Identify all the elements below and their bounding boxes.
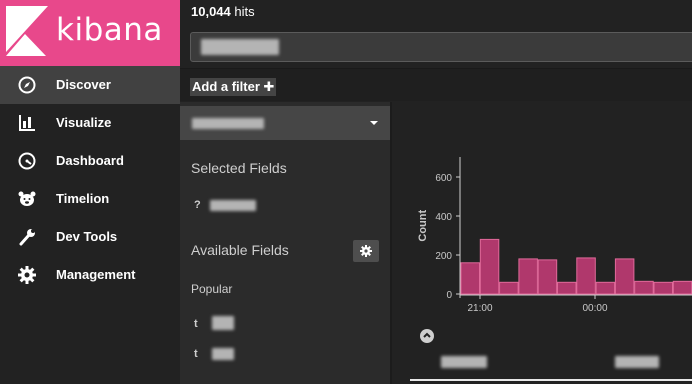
nav-label-visualize: Visualize xyxy=(56,115,112,130)
histogram-bar xyxy=(634,280,654,295)
hits-count: 10,044 hits xyxy=(191,4,255,19)
nav-label-discover: Discover xyxy=(56,77,111,92)
nav-item-discover[interactable]: Discover xyxy=(0,66,180,104)
redacted-column-header xyxy=(441,356,487,368)
x-tick-label: 21:00 xyxy=(467,303,492,314)
chevron-up-icon xyxy=(423,332,431,338)
histogram-bar xyxy=(653,281,673,295)
histogram-bar xyxy=(518,258,538,295)
field-settings-button[interactable] xyxy=(353,240,379,262)
histogram-bar xyxy=(672,280,692,295)
histogram-panel: 0 200 400 600 Count 21:00 00:00 xyxy=(392,102,692,384)
kibana-logo[interactable]: kibana xyxy=(0,0,180,66)
hits-number: 10,044 xyxy=(191,4,231,19)
redacted-index-pattern xyxy=(192,118,264,129)
timelion-bear-icon xyxy=(18,191,36,206)
y-tick-label: 200 xyxy=(435,251,452,262)
collapse-chart-button[interactable] xyxy=(420,329,434,343)
y-tick-label: 600 xyxy=(435,173,452,184)
nav-item-timelion[interactable]: Timelion xyxy=(0,180,180,218)
nav-label-dev-tools: Dev Tools xyxy=(56,229,118,244)
bar-chart-icon xyxy=(19,115,35,131)
dashboard-gauge-icon xyxy=(18,152,36,170)
nav-label-timelion: Timelion xyxy=(56,191,110,206)
redacted-query xyxy=(201,39,279,55)
histogram-bar xyxy=(557,281,577,295)
add-filter-button[interactable]: Add a filter ✚ xyxy=(190,78,277,96)
field-type-string: t xyxy=(194,318,198,330)
histogram-bar xyxy=(576,257,596,295)
redacted-field-name xyxy=(212,316,234,330)
histogram-chart[interactable]: 0 200 400 600 Count 21:00 00:00 xyxy=(392,102,692,332)
field-type-string: t xyxy=(194,348,198,360)
histogram-bar xyxy=(499,281,519,295)
table-header-underline xyxy=(410,379,692,381)
redacted-field-name xyxy=(210,200,256,211)
index-pattern-select[interactable] xyxy=(180,106,390,140)
kibana-logo-icon xyxy=(6,6,48,56)
nav-item-dev-tools[interactable]: Dev Tools xyxy=(0,218,180,256)
nav-label-management: Management xyxy=(56,267,136,282)
nav-item-management[interactable]: Management xyxy=(0,256,180,294)
histogram-bar xyxy=(614,258,635,295)
y-axis-label: Count xyxy=(417,210,429,242)
gear-icon xyxy=(360,245,372,257)
redacted-field-name xyxy=(212,348,234,360)
nav-label-dashboard: Dashboard xyxy=(56,153,124,168)
wrench-icon xyxy=(19,229,35,246)
hits-label: hits xyxy=(234,4,255,19)
available-fields-title: Available Fields xyxy=(191,242,289,258)
y-tick-label: 400 xyxy=(435,212,452,223)
plus-icon: ✚ xyxy=(263,79,275,94)
histogram-bar xyxy=(460,262,480,295)
y-tick-label: 0 xyxy=(446,290,452,301)
nav-item-visualize[interactable]: Visualize xyxy=(0,104,180,142)
nav-item-dashboard[interactable]: Dashboard xyxy=(0,142,180,180)
add-filter-label: Add a filter xyxy=(192,79,260,94)
logo-text: kibana xyxy=(56,12,163,48)
gear-icon xyxy=(18,266,36,284)
histogram-bar xyxy=(537,259,558,295)
filter-bar: Add a filter ✚ xyxy=(180,68,692,101)
compass-icon xyxy=(18,76,36,94)
search-input[interactable] xyxy=(190,32,692,62)
chevron-down-icon xyxy=(370,121,378,125)
popular-title: Popular xyxy=(191,282,233,296)
selected-fields-title: Selected Fields xyxy=(191,160,287,176)
histogram-bar xyxy=(595,281,616,295)
field-sidebar: Selected Fields ? Available Fields Popul… xyxy=(180,102,390,384)
histogram-bar xyxy=(479,238,500,295)
x-tick-label: 00:00 xyxy=(582,303,607,314)
field-type-unknown: ? xyxy=(194,199,201,211)
redacted-column-header xyxy=(615,356,659,368)
side-nav: kibana Discover Visualize Dashboard Time… xyxy=(0,0,180,384)
